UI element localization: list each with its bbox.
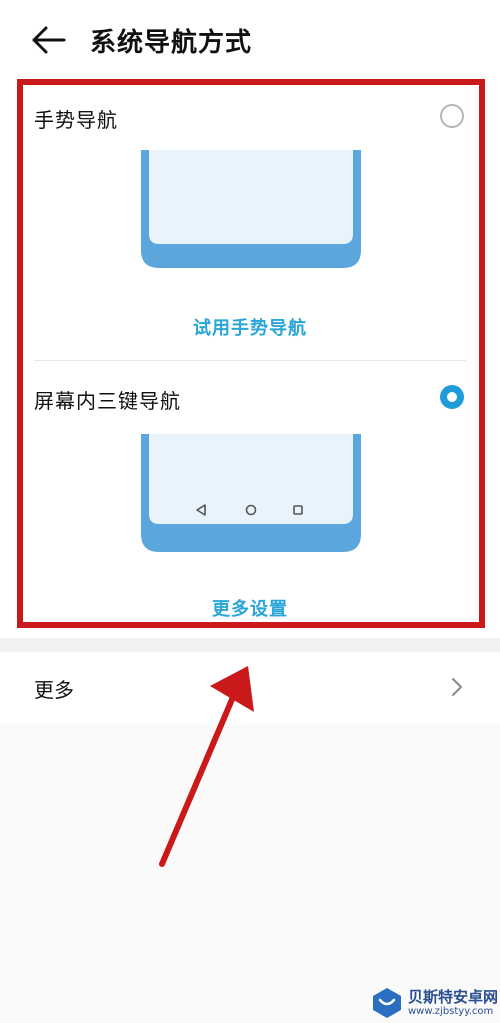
more-label: 更多 bbox=[34, 678, 74, 702]
gesture-navigation-label[interactable]: 手势导航 bbox=[34, 104, 118, 133]
header-bar: 系统导航方式 bbox=[0, 0, 500, 80]
chevron-right-icon bbox=[452, 678, 462, 696]
three-key-phone-illustration bbox=[141, 434, 361, 552]
try-gesture-link[interactable]: 试用手势导航 bbox=[0, 314, 500, 340]
gesture-navigation-radio[interactable] bbox=[440, 104, 464, 128]
watermark-logo-icon bbox=[373, 988, 401, 1018]
more-settings-link[interactable]: 更多设置 bbox=[0, 595, 500, 621]
section-gap bbox=[0, 638, 500, 652]
more-row[interactable]: 更多 bbox=[0, 652, 500, 724]
three-key-navigation-label[interactable]: 屏幕内三键导航 bbox=[34, 385, 181, 414]
watermark: 贝斯特安卓网 www.zjbstyy.com bbox=[370, 984, 500, 1023]
page-title: 系统导航方式 bbox=[90, 28, 253, 58]
three-key-navigation-radio[interactable] bbox=[440, 385, 464, 409]
gesture-phone-illustration bbox=[141, 150, 361, 268]
divider bbox=[34, 360, 466, 361]
watermark-name: 贝斯特安卓网 bbox=[408, 988, 499, 1006]
empty-area bbox=[0, 724, 500, 1023]
back-arrow-icon[interactable] bbox=[30, 24, 66, 56]
watermark-url: www.zjbstyy.com bbox=[408, 1006, 494, 1017]
